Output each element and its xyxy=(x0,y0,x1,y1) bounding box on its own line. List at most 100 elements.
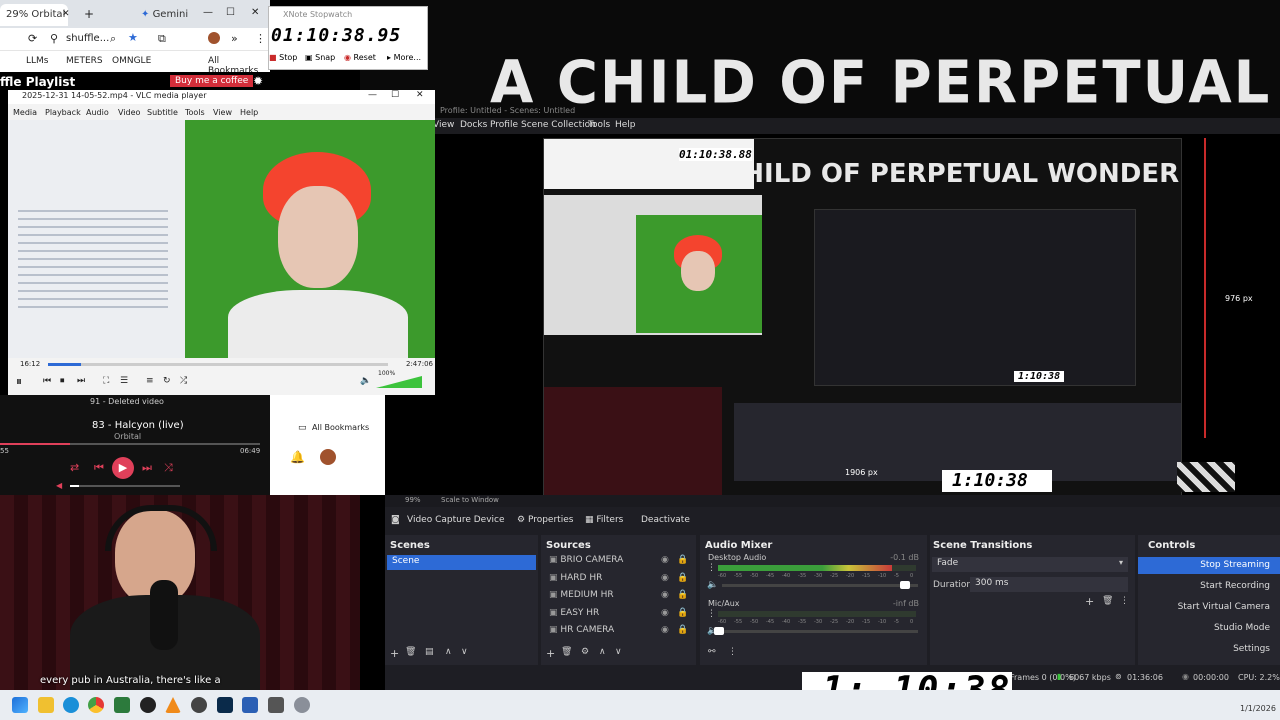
fullscreen-icon[interactable]: ⛶ xyxy=(103,376,109,386)
obs-menu-profile[interactable]: Profile xyxy=(490,120,518,130)
bookmark-llms[interactable]: LLMs xyxy=(26,56,48,66)
properties-button[interactable]: ⚙ Properties xyxy=(517,515,573,525)
vlc-menu-view[interactable]: View xyxy=(213,108,232,117)
obs-icon[interactable] xyxy=(140,697,156,713)
terminal-icon[interactable] xyxy=(268,697,284,713)
windows-start-icon[interactable] xyxy=(12,697,28,713)
vlc-menu-subtitle[interactable]: Subtitle xyxy=(147,108,178,117)
tab-gemini[interactable]: ✦ Gemini xyxy=(135,4,211,26)
obs-menu-docks[interactable]: Docks xyxy=(460,120,487,130)
playlist-icon[interactable]: ≡ xyxy=(146,376,154,386)
add-transition-icon[interactable]: + xyxy=(1085,595,1094,608)
minimize-icon[interactable]: — xyxy=(203,7,213,18)
address-bar[interactable]: shuffle... xyxy=(66,33,109,44)
transition-select[interactable]: Fade ▾ xyxy=(932,557,1128,572)
new-tab-icon[interactable]: + xyxy=(84,7,94,21)
player-volume-slider[interactable] xyxy=(70,485,180,487)
next-track-icon[interactable]: ⏭ xyxy=(142,461,152,475)
edge-icon[interactable] xyxy=(63,697,79,713)
stop-streaming-button[interactable]: Stop Streaming xyxy=(1138,557,1280,574)
vlc-menu-video[interactable]: Video xyxy=(118,108,140,117)
mixer-speaker-icon[interactable]: 🔈 xyxy=(707,580,718,590)
profile-avatar-icon[interactable] xyxy=(208,32,220,44)
shuffle-track-icon[interactable]: ⤨ xyxy=(164,461,173,475)
remove-source-icon[interactable]: 🗑 xyxy=(561,647,572,657)
scene-item[interactable]: Scene xyxy=(387,555,536,570)
settings-button[interactable]: Settings xyxy=(1138,641,1280,658)
obs-menu-help[interactable]: Help xyxy=(615,120,636,130)
theme-toggle-icon[interactable]: ✹ xyxy=(253,74,263,88)
obs-menu-scene-collection[interactable]: Scene Collection xyxy=(521,120,596,130)
vlc-seek-bar[interactable] xyxy=(48,363,388,366)
visibility-eye-icon[interactable]: ◉ xyxy=(661,573,669,583)
mixer-settings-icon[interactable]: ⋮ xyxy=(707,563,716,573)
tab-orbital[interactable]: 29% Orbital · Ha xyxy=(0,4,68,42)
scene-down-icon[interactable]: ∨ xyxy=(461,647,468,657)
vlc-video-area[interactable] xyxy=(8,120,435,358)
close-window-icon[interactable]: ✕ xyxy=(251,7,259,18)
mixer-volume-knob[interactable] xyxy=(900,581,910,589)
remove-scene-icon[interactable]: 🗑 xyxy=(405,647,416,657)
stopwatch-snap-button[interactable]: ▣ Snap xyxy=(305,53,335,62)
source-down-icon[interactable]: ∨ xyxy=(615,647,622,657)
source-item[interactable]: ▣ HARD HR ◉ 🔒 xyxy=(549,573,689,583)
maximize-icon[interactable]: ☐ xyxy=(226,7,235,18)
source-item[interactable]: ▣ MEDIUM HR ◉ 🔒 xyxy=(549,590,689,600)
notification-bell-icon[interactable]: 🔔 xyxy=(290,450,305,464)
word-icon[interactable] xyxy=(242,697,258,713)
search-icon[interactable] xyxy=(38,697,54,713)
add-scene-icon[interactable]: + xyxy=(390,647,399,660)
lock-icon[interactable]: 🔒 xyxy=(677,625,688,635)
calculator-icon[interactable] xyxy=(114,697,130,713)
vlc-menu-audio[interactable]: Audio xyxy=(86,108,109,117)
pause-icon[interactable]: ⏸ xyxy=(16,374,22,389)
filters-button[interactable]: ▦ Filters xyxy=(585,515,623,525)
bookmark-omngle[interactable]: OMNGLE xyxy=(112,56,151,66)
mixer-settings-icon[interactable]: ⋮ xyxy=(707,609,716,619)
zoom-icon[interactable]: ⌕ xyxy=(110,32,116,46)
lock-icon[interactable]: 🔒 xyxy=(677,555,688,565)
bookmark-star-icon[interactable]: ★ xyxy=(128,31,138,44)
visibility-eye-icon[interactable]: ◉ xyxy=(661,608,669,618)
visibility-eye-icon[interactable]: ◉ xyxy=(661,590,669,600)
speaker-icon[interactable]: 🔈 xyxy=(360,376,371,386)
transition-menu-icon[interactable]: ⋮ xyxy=(1120,596,1129,606)
lock-icon[interactable]: 🔒 xyxy=(677,608,688,618)
shuffle-icon[interactable]: ⤮ xyxy=(180,376,187,386)
vlc-menu-tools[interactable]: Tools xyxy=(185,108,205,117)
loop-icon[interactable]: ↻ xyxy=(163,376,171,386)
preview-zoom[interactable]: 99% xyxy=(405,496,421,504)
stopwatch-stop-button[interactable]: ■ Stop xyxy=(269,53,297,62)
visibility-eye-icon[interactable]: ◉ xyxy=(661,555,669,565)
studio-mode-button[interactable]: Studio Mode xyxy=(1138,620,1280,637)
remove-transition-icon[interactable]: 🗑 xyxy=(1102,596,1113,606)
extension-icon[interactable]: ⧉ xyxy=(158,32,166,46)
add-source-icon[interactable]: + xyxy=(546,647,555,660)
deactivate-button[interactable]: Deactivate xyxy=(641,515,690,525)
vlc-minimize-icon[interactable]: — xyxy=(368,90,377,100)
settings-gear-icon[interactable] xyxy=(294,697,310,713)
vlc-icon[interactable] xyxy=(165,697,181,713)
next-icon[interactable]: ⏭ xyxy=(77,376,85,386)
app-icon[interactable] xyxy=(191,697,207,713)
reload-icon[interactable]: ⟳ xyxy=(28,32,37,45)
mixer-volume-knob[interactable] xyxy=(714,627,724,635)
mixer-volume-slider[interactable] xyxy=(722,630,918,633)
vlc-volume-slider[interactable] xyxy=(376,376,422,388)
scene-filter-icon[interactable]: ▤ xyxy=(425,647,434,657)
bookmark-meters[interactable]: METERS xyxy=(66,56,103,66)
start-virtual-camera-button[interactable]: Start Virtual Camera xyxy=(1138,599,1280,616)
chevron-right-icon[interactable]: » xyxy=(231,32,238,45)
bookmarks-folder-icon[interactable]: ▭ xyxy=(298,423,307,433)
mixer-menu-icon[interactable]: ⋮ xyxy=(728,647,737,657)
stopwatch-more-button[interactable]: ▸ More... xyxy=(387,53,421,62)
vlc-menu-playback[interactable]: Playback xyxy=(45,108,81,117)
source-settings-icon[interactable]: ⚙ xyxy=(581,647,589,657)
chrome-icon[interactable] xyxy=(88,697,104,713)
stop-icon[interactable]: ⏹ xyxy=(60,376,65,386)
site-info-icon[interactable]: ⚲ xyxy=(50,32,58,45)
obs-menu-tools[interactable]: Tools xyxy=(588,120,610,130)
player-volume-icon[interactable]: ◀ xyxy=(56,481,62,490)
menu-dots-icon[interactable]: ⋮ xyxy=(255,32,266,45)
source-item[interactable]: ▣ BRIO CAMERA ◉ 🔒 xyxy=(549,555,689,565)
